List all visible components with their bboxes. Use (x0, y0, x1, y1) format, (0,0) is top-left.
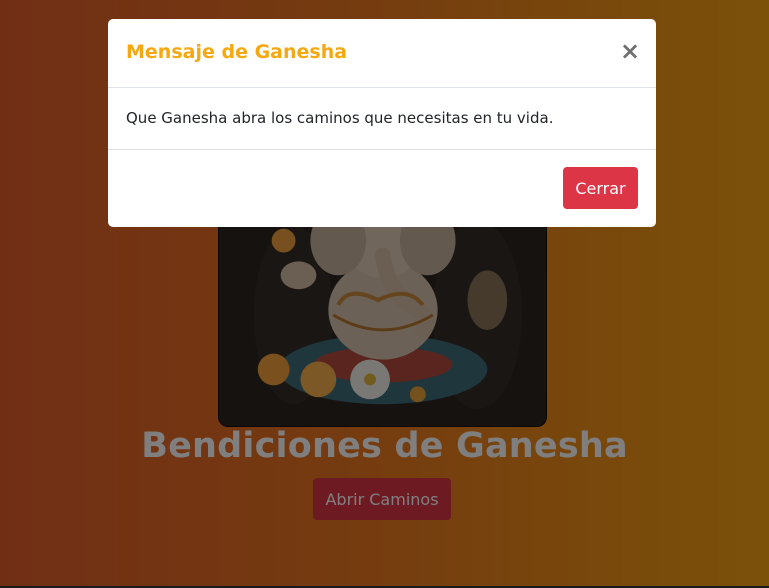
modal-header: Mensaje de Ganesha × (108, 19, 656, 88)
modal-message: Que Ganesha abra los caminos que necesit… (126, 109, 554, 127)
modal-footer: Cerrar (108, 150, 656, 227)
modal-title: Mensaje de Ganesha (126, 41, 348, 63)
modal-body: Que Ganesha abra los caminos que necesit… (108, 88, 656, 150)
close-icon[interactable]: × (618, 37, 642, 65)
close-button[interactable]: Cerrar (563, 167, 638, 209)
message-modal: Mensaje de Ganesha × Que Ganesha abra lo… (108, 19, 656, 227)
